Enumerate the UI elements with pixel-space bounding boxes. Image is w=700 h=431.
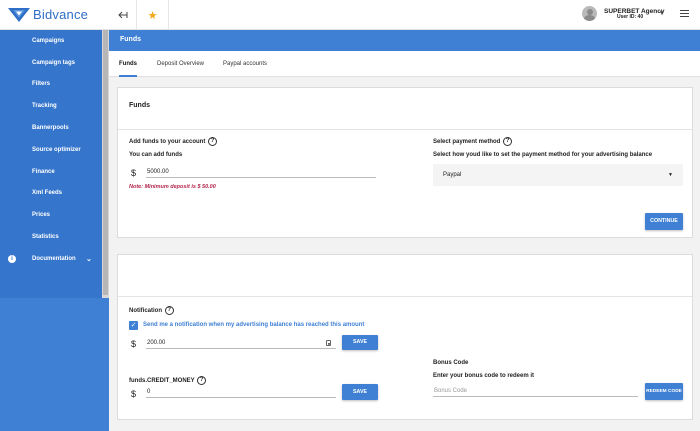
sidebar-nav: Campaigns Campaign tags Filters Tracking… [0,30,102,298]
bonus-code-input[interactable]: Bonus Code [433,385,638,397]
sidebar-item-label: Statistics [32,234,59,241]
card-title: Funds [129,102,150,109]
collapse-sidebar-button[interactable] [109,0,137,30]
sidebar-item-xml-feeds[interactable]: Xml Feeds [0,183,102,205]
sidebar-item-label: Bannerpools [32,125,69,132]
sidebar-item-prices[interactable]: Prices [0,204,102,226]
sidebar-item-finance[interactable]: Finance [0,160,102,183]
sidebar-item-campaigns[interactable]: Campaigns [0,30,102,52]
sidebar-item-label: Campaign tags [32,59,76,66]
tab-funds[interactable]: Funds [119,51,137,77]
sidebar: Bidvance Campaigns Campaign tags Filters… [0,0,109,431]
arrow-left-collapse-icon [117,11,127,19]
help-icon[interactable]: ? [164,306,174,315]
redeem-code-button[interactable]: REDEEM CODE [645,383,683,400]
help-icon[interactable]: ? [503,137,513,146]
sidebar-item-bannerpools[interactable]: Bannerpools [0,117,102,139]
tab-paypal-accounts[interactable]: Paypal accounts [223,51,267,77]
sidebar-item-label: Filters [32,81,51,88]
page-title: Funds [109,30,700,51]
scrollbar-thumb[interactable] [103,30,108,295]
help-icon[interactable]: ? [208,137,218,146]
sidebar-item-label: Source optimizer [32,146,81,153]
payment-method-sublabel: Select how youd like to set the payment … [433,152,653,158]
sidebar-item-statistics[interactable]: Statistics [0,226,102,248]
notification-checkbox[interactable]: ✓ [129,321,138,330]
payment-method-label: Select payment method ? [433,137,513,146]
sidebar-item-label: Finance [32,168,55,175]
favorite-button[interactable]: ★ [137,0,169,30]
notification-amount-input[interactable]: 200.00 [146,337,336,349]
payment-method-selected: Paypal [443,172,462,178]
save-notification-button[interactable]: SAVE [342,335,378,350]
bonus-code-sublabel: Enter your bonus code to redeem it [433,373,535,379]
credit-money-input[interactable]: 0 [146,386,336,398]
top-bar: ★ SUPERBET Agency User ID: 40 ▼ [109,0,700,30]
sidebar-item-filters[interactable]: Filters [0,74,102,96]
sidebar-item-campaign-tags[interactable]: Campaign tags [0,52,102,74]
sidebar-item-documentation[interactable]: i Documentation ⌄ [0,248,102,270]
sidebar-item-label: Campaigns [32,37,65,44]
avatar[interactable] [582,6,597,21]
sidebar-item-label: Tracking [32,103,57,110]
notification-label: Notification ? [129,306,174,315]
help-icon[interactable]: ? [197,376,207,385]
bidvance-logo-icon [8,7,30,22]
star-icon: ★ [147,9,158,22]
info-icon: i [8,254,16,263]
sidebar-item-label: Documentation [32,255,76,262]
divider [118,296,692,297]
dollar-icon: $ [131,168,137,178]
continue-button[interactable]: CONTINUE [645,213,683,230]
dollar-icon: $ [131,339,137,349]
save-credit-button[interactable]: SAVE [342,384,378,400]
add-funds-label: Add funds to your account ? [129,137,218,146]
user-id: User ID: 40 [617,14,644,20]
sidebar-item-label: Xml Feeds [32,190,63,197]
notification-checkbox-label[interactable]: Send me a notification when my advertisi… [143,322,364,328]
minimum-deposit-note: Note: Minimum deposit is $ 50.00 [129,184,216,190]
brand-name: Bidvance [33,7,89,22]
sidebar-item-label: Prices [32,212,51,219]
bonus-code-label: Bonus Code [433,360,469,366]
credit-money-label: funds.CREDIT_MONEY ? [129,376,207,385]
tab-deposit-overview[interactable]: Deposit Overview [157,51,204,77]
sidebar-item-tracking[interactable]: Tracking [0,95,102,117]
divider [118,129,692,130]
funds-card: Funds Add funds to your account ? You ca… [117,87,693,238]
notification-card: Notification ? ✓ Send me a notification … [117,254,693,420]
caret-down-icon: ▼ [668,172,673,178]
payment-method-select[interactable]: Paypal ▼ [433,164,683,186]
hamburger-icon[interactable] [680,10,689,18]
calculator-icon [326,340,331,346]
deposit-amount-input[interactable]: 5000.00 [146,166,376,178]
sidebar-item-source-optimizer[interactable]: Source optimizer [0,139,102,161]
add-funds-sublabel: You can add funds [129,152,183,158]
caret-down-icon[interactable]: ▼ [659,10,664,16]
tab-bar: Funds Deposit Overview Paypal accounts [109,51,700,77]
dollar-icon: $ [131,389,137,399]
logo[interactable]: Bidvance [0,0,109,30]
chevron-down-icon: ⌄ [86,255,92,263]
sidebar-scrollbar[interactable] [102,30,109,298]
